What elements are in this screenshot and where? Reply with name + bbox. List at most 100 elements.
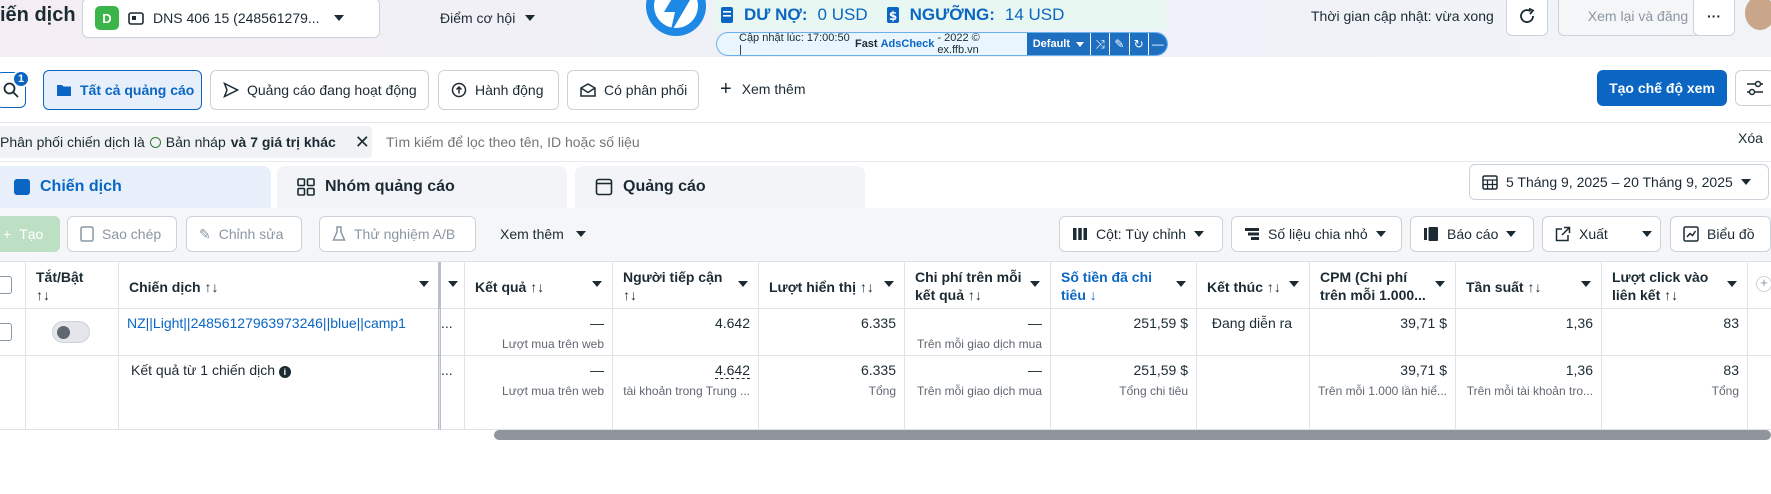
- export-button[interactable]: Xuất: [1542, 216, 1661, 252]
- header-link-clicks[interactable]: Lượt click vào liên kết ↑↓: [1602, 262, 1748, 308]
- edit-icon[interactable]: ✎: [1109, 33, 1129, 55]
- header-results-label: Kết quả: [475, 279, 527, 295]
- row-checkbox-cell: [0, 309, 26, 355]
- has-delivery-label: Có phân phối: [604, 82, 688, 98]
- search-input[interactable]: [386, 128, 1286, 156]
- update-time: Thời gian cập nhật: vừa xong: [1311, 8, 1494, 24]
- mail-icon: [580, 83, 596, 97]
- summary-label: Kết quả từ 1 chiến dịch: [131, 362, 276, 378]
- summary-cost-per-result-value: —: [1028, 362, 1042, 378]
- tab-campaigns[interactable]: Chiến dịch: [0, 166, 271, 208]
- ad-account-icon: [127, 9, 145, 27]
- grid-icon: [297, 178, 315, 196]
- sliders-icon: [1746, 80, 1764, 96]
- shuffle-icon[interactable]: ⤨: [1090, 33, 1110, 55]
- summary-empty-cell: [0, 356, 26, 430]
- summary-results-cell: — Lượt mua trên web: [465, 356, 613, 430]
- summary-results-sub: Lượt mua trên web: [502, 384, 604, 398]
- date-range-picker[interactable]: 5 Tháng 9, 2025 – 20 Tháng 9, 2025: [1469, 164, 1769, 200]
- create-view-button[interactable]: Tạo chế độ xem: [1597, 70, 1727, 106]
- actions-filter[interactable]: Hành động: [438, 70, 559, 110]
- ext-update-time: Cập nhật lúc: 17:00:50 |: [739, 32, 850, 56]
- all-ads-filter[interactable]: Tất cả quảng cáo: [43, 70, 202, 110]
- chevron-down-icon: [1030, 281, 1040, 287]
- row-results-cell: — Lượt mua trên web: [465, 309, 613, 355]
- tab-campaigns-label: Chiến dịch: [40, 178, 122, 195]
- ads-check-status: Cập nhật lúc: 17:00:50 | Fast AdsCheck -…: [716, 32, 1168, 56]
- reports-label: Báo cáo: [1447, 226, 1499, 242]
- breakdown-button[interactable]: Số liệu chia nhỏ: [1231, 216, 1402, 252]
- tab-ad-sets[interactable]: Nhóm quảng cáo: [277, 166, 567, 208]
- refresh-button[interactable]: [1506, 0, 1548, 36]
- header-cost-per-result[interactable]: Chi phí trên mỗi kết quả ↑↓: [905, 262, 1051, 308]
- toolbar-see-more[interactable]: Xem thêm: [500, 226, 586, 242]
- bolt-logo-icon: [644, 0, 708, 46]
- sort-icon: ↑↓: [530, 279, 545, 295]
- ext-mode-label: Default: [1032, 38, 1071, 50]
- avatar[interactable]: [1745, 0, 1771, 30]
- horizontal-scrollbar[interactable]: [494, 430, 1771, 440]
- select-all-checkbox[interactable]: [0, 276, 12, 294]
- columns-button[interactable]: Cột: Tùy chỉnh: [1059, 216, 1223, 252]
- active-ads-filter[interactable]: Quảng cáo đang hoạt động: [210, 70, 429, 110]
- header-reach-label: Người tiếp cận: [623, 269, 723, 285]
- copy-button[interactable]: Sao chép: [67, 216, 177, 252]
- header-frequency[interactable]: Tần suất ↑↓: [1456, 262, 1602, 308]
- campaign-name-link[interactable]: NZ||Light||24856127963973246||blue||camp…: [127, 315, 406, 331]
- filter-chip[interactable]: Phân phối chiến dịch là Bản nháp và 7 gi…: [0, 126, 372, 158]
- settings-sliders-button[interactable]: [1735, 70, 1771, 106]
- row-cpm-cell: 39,71 $: [1310, 309, 1456, 355]
- close-icon[interactable]: ✕: [355, 132, 370, 153]
- minimize-icon[interactable]: —: [1147, 33, 1167, 55]
- header-delivery-collapsed[interactable]: [441, 262, 465, 308]
- see-more-filters[interactable]: + Xem thêm: [720, 79, 806, 99]
- opportunity-score[interactable]: Điểm cơ hội: [440, 10, 536, 26]
- results-sub: Lượt mua trên web: [502, 337, 604, 351]
- header-impressions[interactable]: Lượt hiển thị ↑↓: [759, 262, 905, 308]
- header-amount-spent[interactable]: Số tiền đã chi tiêu ↓: [1051, 262, 1197, 308]
- summary-amount-spent-value: 251,59 $: [1133, 362, 1189, 378]
- chevron-down-icon[interactable]: [419, 281, 429, 287]
- chevron-down-icon: [575, 231, 586, 237]
- header-toggle[interactable]: Tắt/Bật ↑↓: [26, 262, 119, 308]
- summary-link-clicks-value: 83: [1723, 362, 1739, 378]
- chevron-down-icon: [1581, 281, 1591, 287]
- refresh-icon: [1518, 7, 1536, 25]
- row-checkbox[interactable]: [0, 323, 12, 341]
- reports-button[interactable]: Báo cáo: [1410, 216, 1534, 252]
- refresh-icon[interactable]: ↻: [1128, 33, 1148, 55]
- tab-ads[interactable]: Quảng cáo: [575, 166, 865, 208]
- ext-mode-select[interactable]: Default: [1026, 33, 1091, 55]
- header-campaign[interactable]: Chiến dịch ↑↓: [119, 262, 440, 308]
- add-column-icon[interactable]: +: [1756, 276, 1771, 292]
- edit-button[interactable]: ✎ Chỉnh sửa: [186, 216, 302, 252]
- header-cpm[interactable]: CPM (Chi phí trên mỗi 1.000...: [1310, 262, 1456, 308]
- arrow-up-circle-icon: [451, 82, 467, 98]
- header-link-clicks-label: Lượt click vào liên kết: [1612, 269, 1709, 303]
- header-results[interactable]: Kết quả ↑↓: [465, 262, 613, 308]
- summary-cpm-cell: 39,71 $ Trên mỗi 1.000 lần hiể...: [1310, 356, 1456, 430]
- sort-icon: ↑↓: [859, 279, 874, 295]
- summary-cpm-value: 39,71 $: [1400, 362, 1447, 378]
- header-reach[interactable]: Người tiếp cận ↑↓: [613, 262, 759, 308]
- account-badge: D: [95, 6, 119, 30]
- campaign-toggle[interactable]: [52, 321, 90, 343]
- ellipsis-icon[interactable]: ···: [1693, 0, 1735, 36]
- header-ends[interactable]: Kết thúc ↑↓: [1197, 262, 1310, 308]
- create-button[interactable]: + Tạo: [0, 216, 60, 252]
- ab-test-button[interactable]: Thử nghiệm A/B: [319, 216, 476, 252]
- clear-filters[interactable]: Xóa: [1738, 130, 1763, 146]
- sort-icon: ↑↓: [1664, 287, 1679, 303]
- chevron-down-icon: [1740, 179, 1751, 185]
- summary-reach-value[interactable]: 4.642: [714, 362, 750, 379]
- info-icon[interactable]: i: [278, 366, 291, 378]
- dollar-icon: $: [886, 6, 900, 24]
- account-selector[interactable]: D DNS 406 15 (248561279...: [82, 0, 380, 38]
- cost-per-result-sub: Trên mỗi giao dịch mua: [917, 337, 1042, 351]
- chevron-down-icon[interactable]: [1641, 231, 1652, 237]
- plus-icon: +: [3, 226, 12, 242]
- chevron-down-icon: [1076, 41, 1085, 47]
- chart-button[interactable]: Biểu đồ: [1670, 216, 1771, 252]
- has-delivery-filter[interactable]: Có phân phối: [567, 70, 699, 110]
- summary-reach-cell: 4.642 tài khoản trong Trung ...: [613, 356, 759, 430]
